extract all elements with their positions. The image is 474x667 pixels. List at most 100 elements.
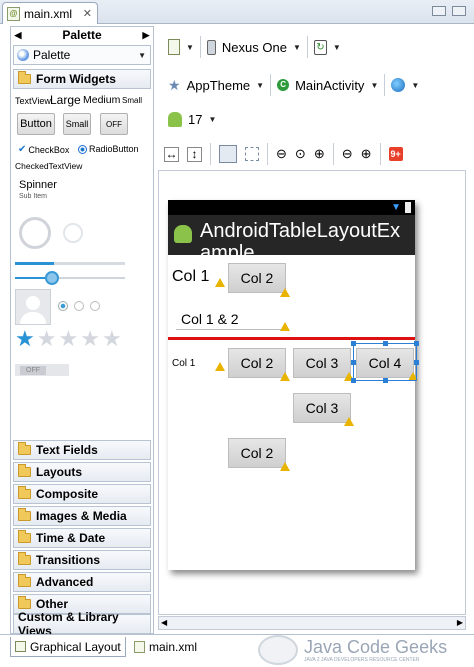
chevron-down-icon[interactable]: ▼ — [411, 81, 419, 90]
collapse-right-icon[interactable]: ▶ — [139, 30, 153, 41]
widget-ratingbar[interactable]: ★ ★ ★ ★ ★ — [15, 327, 122, 351]
watermark: Java Code Geeks JAVA 2 JAVA DEVELOPERS R… — [258, 635, 447, 665]
section-composite[interactable]: Composite — [13, 484, 151, 504]
editor-tab-main-xml[interactable]: @ main.xml ✕ — [2, 2, 98, 24]
row4-col3-button[interactable]: Col 3 — [293, 393, 351, 423]
zoom-out-icon[interactable]: ⊖ — [342, 146, 353, 162]
section-form-widgets[interactable]: Form Widgets — [13, 69, 151, 89]
palette-dropdown[interactable]: Palette ▼ — [13, 45, 151, 65]
scroll-left-icon[interactable]: ◀ — [161, 618, 167, 627]
orientation-icon[interactable]: ↻ — [313, 39, 327, 55]
folder-icon — [18, 596, 31, 609]
row3-col3-button[interactable]: Col 3 — [293, 348, 351, 378]
tab-label: main.xml — [149, 640, 198, 654]
zoom-real-size-icon[interactable]: ⊖ — [276, 146, 287, 162]
separator — [267, 143, 268, 165]
maximize-button[interactable] — [452, 6, 466, 16]
minimize-button[interactable] — [432, 6, 446, 16]
fill-height-icon[interactable]: ↕ — [187, 146, 202, 162]
jcg-logo-icon — [258, 635, 298, 665]
section-transitions[interactable]: Transitions — [13, 550, 151, 570]
widget-radiogroup[interactable] — [58, 301, 100, 311]
widget-large-text[interactable]: Large — [50, 93, 81, 107]
close-tab-icon[interactable]: ✕ — [83, 7, 92, 20]
widget-switch[interactable]: OFF — [15, 364, 69, 376]
widget-checkbox[interactable]: ✔ CheckBox — [18, 144, 69, 155]
fill-width-icon[interactable]: ↔ — [164, 146, 179, 162]
chevron-down-icon[interactable]: ▼ — [293, 43, 301, 52]
layout-icon — [15, 641, 26, 652]
api-level-selector[interactable]: 17 — [188, 112, 202, 127]
resize-handle[interactable] — [383, 378, 388, 383]
chevron-down-icon[interactable]: ▼ — [208, 115, 216, 124]
tab-graphical-layout[interactable]: Graphical Layout — [10, 637, 126, 657]
star-filled-icon: ★ — [15, 326, 35, 351]
section-images-media[interactable]: Images & Media — [13, 506, 151, 526]
row5-col2-button[interactable]: Col 2 — [228, 438, 286, 468]
toggle-outline-icon[interactable] — [219, 145, 237, 163]
toggle-grid-icon[interactable] — [245, 147, 259, 161]
widget-progressbar-small[interactable] — [63, 223, 83, 243]
chevron-down-icon[interactable]: ▼ — [370, 81, 378, 90]
row2-span-edittext[interactable]: Col 1 & 2 — [176, 308, 286, 330]
resize-handle[interactable] — [351, 341, 356, 346]
section-text-fields[interactable]: Text Fields — [13, 440, 151, 460]
app-title: AndroidTableLayoutEx ample — [200, 220, 400, 255]
zoom-100-icon[interactable]: ⊕ — [314, 146, 325, 162]
section-layouts[interactable]: Layouts — [13, 462, 151, 482]
resize-handle[interactable] — [414, 360, 419, 365]
canvas-horizontal-scrollbar[interactable]: ◀ ▶ — [158, 616, 466, 630]
widget-small-text[interactable]: Small — [122, 96, 142, 105]
config-chooser-icon[interactable] — [168, 39, 180, 55]
widget-progressbar-horizontal[interactable] — [15, 262, 125, 265]
resize-handle[interactable] — [383, 341, 388, 346]
separator — [379, 143, 381, 165]
collapse-left-icon[interactable]: ◀ — [11, 30, 25, 41]
section-label: Composite — [36, 487, 99, 501]
zoom-fit-icon[interactable]: ⊙ — [295, 146, 306, 162]
battery-icon — [405, 202, 411, 213]
section-advanced[interactable]: Advanced — [13, 572, 151, 592]
chevron-down-icon[interactable]: ▼ — [186, 43, 194, 52]
device-selector[interactable]: Nexus One — [222, 40, 287, 55]
section-custom-library-views[interactable]: Custom & Library Views — [13, 610, 151, 638]
row1-col1-label[interactable]: Col 1 — [172, 268, 209, 286]
resize-handle[interactable] — [351, 360, 356, 365]
radio-selected-icon — [78, 144, 87, 154]
activity-selector[interactable]: MainActivity — [295, 78, 364, 93]
scroll-right-icon[interactable]: ▶ — [457, 618, 463, 627]
zoom-in-icon[interactable]: ⊕ — [361, 146, 372, 162]
theme-selector[interactable]: AppTheme — [187, 78, 251, 93]
widget-spinner[interactable]: Spinner — [19, 179, 57, 191]
row1-col2-button[interactable]: Col 2 — [228, 263, 286, 293]
resize-handle[interactable] — [414, 341, 419, 346]
section-label: Transitions — [36, 553, 101, 567]
warning-icon — [215, 278, 225, 287]
tab-main-xml[interactable]: main.xml — [130, 637, 201, 657]
widget-medium-text[interactable]: Medium — [83, 94, 120, 106]
checkbox-label: CheckBox — [28, 144, 70, 155]
widget-small-button[interactable]: Small — [63, 113, 91, 135]
widget-button[interactable]: Button — [17, 113, 55, 135]
widget-progressbar-large[interactable] — [19, 217, 51, 249]
activity-icon: C — [277, 79, 290, 91]
section-time-date[interactable]: Time & Date — [13, 528, 151, 548]
warnings-badge[interactable]: 9+ — [388, 147, 403, 161]
locale-globe-icon[interactable] — [391, 78, 406, 92]
device-preview[interactable]: ▼ AndroidTableLayoutEx ample Col 1 Col 2… — [168, 200, 419, 570]
row3-col2-button[interactable]: Col 2 — [228, 348, 286, 378]
folder-icon — [18, 508, 31, 521]
widget-checked-textview[interactable]: CheckedTextView — [15, 161, 82, 171]
widget-radiobutton[interactable]: RadioButton — [78, 144, 139, 154]
widget-quickcontactbadge[interactable] — [15, 289, 51, 325]
widget-toggle-button[interactable]: OFF — [100, 113, 128, 135]
toolbar-row-1: ▼ Nexus One ▼ ↻ ▼ — [168, 36, 341, 58]
widget-textview[interactable]: TextView — [15, 96, 51, 106]
seekbar-thumb[interactable] — [45, 271, 59, 285]
chevron-down-icon[interactable]: ▼ — [333, 43, 341, 52]
resize-handle[interactable] — [351, 378, 356, 383]
folder-icon — [18, 552, 31, 565]
chevron-down-icon[interactable]: ▼ — [256, 81, 264, 90]
row3-col1-label[interactable]: Col 1 — [172, 358, 195, 369]
toolbar-row-2: ★ AppTheme ▼ C MainActivity ▼ ▼ — [168, 74, 419, 96]
